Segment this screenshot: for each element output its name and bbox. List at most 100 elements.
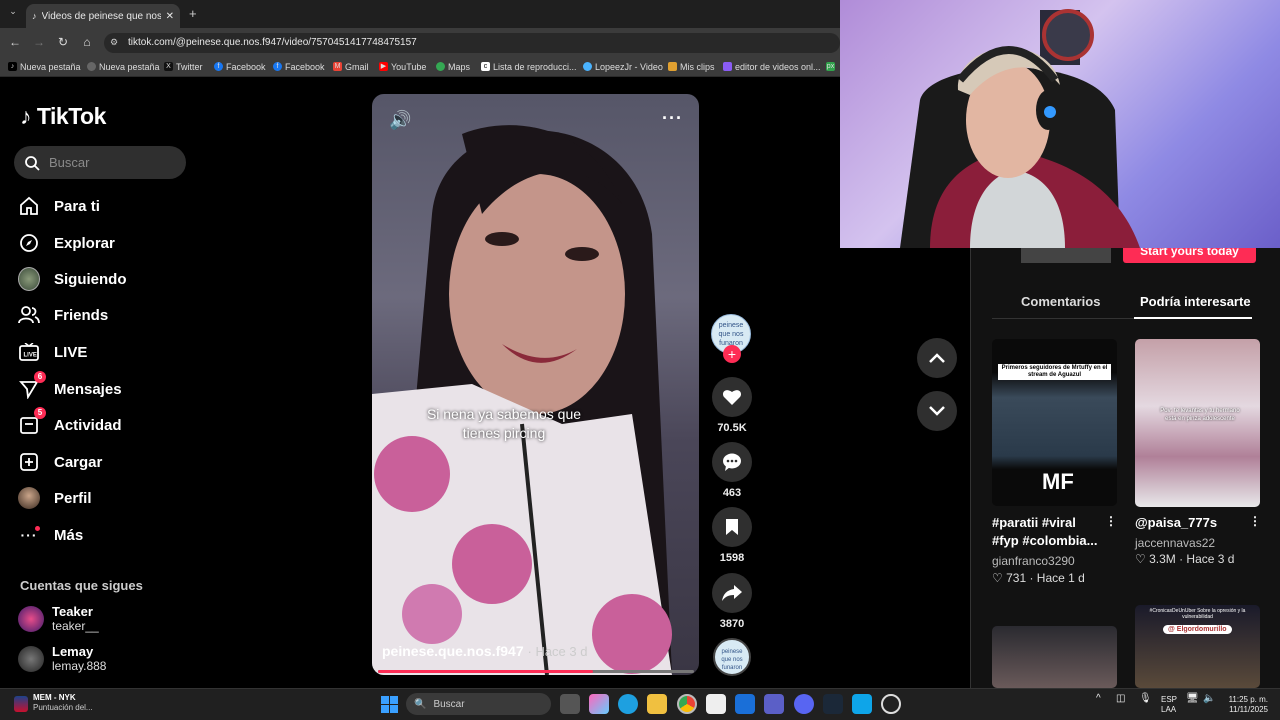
edge-icon[interactable]	[618, 694, 638, 714]
save-button[interactable]: 1598	[711, 507, 753, 564]
teams-icon[interactable]	[764, 694, 784, 714]
bookmark-nueva-pestana-2[interactable]: Nueva pestaña	[87, 59, 160, 74]
suggested-video-user[interactable]: gianfranco3290	[992, 554, 1075, 568]
bookmark-twitter[interactable]: X Twitter	[164, 59, 203, 74]
microphone-icon[interactable]: 🎙	[1139, 694, 1152, 704]
weather-widget-icon[interactable]	[14, 696, 28, 712]
bookmark-gmail[interactable]: M Gmail	[333, 59, 369, 74]
network-icon[interactable]: 🖥	[1186, 694, 1199, 704]
video-progress-bar[interactable]	[378, 670, 694, 673]
author-username[interactable]: peinese.que.nos.f947	[382, 643, 524, 659]
mail-icon[interactable]	[735, 694, 755, 714]
music-disc-avatar[interactable]: peinese que nos funaron	[713, 638, 751, 676]
sidebar-item-para-ti[interactable]: Para ti	[18, 191, 100, 221]
home-icon	[18, 195, 40, 217]
tab-comentarios[interactable]: Comentarios	[1021, 294, 1100, 309]
tab-podria-interesarte[interactable]: Podría interesarte	[1140, 294, 1251, 309]
sidebar-item-perfil[interactable]: Perfil	[18, 483, 92, 513]
more-icon: ···	[18, 524, 40, 546]
tray-chevron-icon[interactable]: ^	[1096, 694, 1101, 704]
sidebar-item-label: Mensajes	[54, 380, 122, 398]
store-icon[interactable]	[706, 694, 726, 714]
sidebar-item-live[interactable]: LIVE LIVE	[18, 337, 87, 367]
bookmark-facebook-2[interactable]: f Facebook	[273, 59, 325, 74]
task-view-icon[interactable]	[560, 694, 580, 714]
home-button-icon[interactable]: ⌂	[79, 34, 95, 50]
sidebar-search-input[interactable]: Buscar	[14, 146, 186, 179]
suggested-video-title[interactable]: @paisa_777s	[1135, 514, 1217, 532]
sidebar-item-explorar[interactable]: Explorar	[18, 228, 115, 258]
widget-text[interactable]: MEM - NYK Puntuación del...	[33, 693, 93, 713]
share-button[interactable]: 3870	[711, 573, 753, 630]
next-video-button[interactable]	[917, 391, 957, 431]
new-tab-button[interactable]: +	[189, 6, 197, 21]
following-accounts-title: Cuentas que sigues	[20, 578, 143, 593]
suggested-video-thumbnail[interactable]: #CronicasDeUnUber Sobre la opresión y la…	[1135, 605, 1260, 688]
bookmark-youtube[interactable]: ▶ YouTube	[379, 59, 426, 74]
bookmark-editor[interactable]: editor de videos onl...	[723, 59, 821, 74]
sidebar-item-cargar[interactable]: Cargar	[18, 447, 102, 477]
avatar	[18, 606, 44, 632]
bookmark-maps[interactable]: Maps	[436, 59, 470, 74]
chrome-icon[interactable]	[677, 694, 697, 714]
suggested-video-thumbnail[interactable]: Pov: te levantas y tu hermano está en pi…	[1135, 339, 1260, 507]
previous-video-button[interactable]	[917, 338, 957, 378]
browser-tab[interactable]: ♪ Videos de peinese que nos fun... ✕	[26, 4, 180, 28]
tab-list-button[interactable]: ⌄	[6, 6, 20, 20]
sidebar-item-siguiendo[interactable]: Siguiendo	[18, 264, 127, 294]
bookmark-lista[interactable]: c Lista de reproducci...	[481, 59, 577, 74]
volume-tray-icon[interactable]: 🔈	[1203, 694, 1215, 704]
suggested-video-title[interactable]: #paratii #viral #fyp #colombia...	[992, 514, 1102, 550]
language-indicator[interactable]: ESP LAA	[1161, 695, 1177, 715]
steam-icon[interactable]	[823, 694, 843, 714]
video-author[interactable]: peinese.que.nos.f947 · Hace 3 d	[382, 643, 587, 659]
follow-plus-icon[interactable]: +	[723, 345, 741, 363]
suggested-video-thumbnail[interactable]: Primeros seguidores de Mrtuffy en el str…	[992, 339, 1117, 506]
forward-icon[interactable]: →	[31, 34, 47, 50]
bookmark-mis-clips[interactable]: Mis clips	[668, 59, 715, 74]
bookmark-lopeezjr[interactable]: LopeezJr - Video	[583, 59, 663, 74]
bookmark-facebook-1[interactable]: f Facebook	[214, 59, 266, 74]
video-player[interactable]	[372, 94, 699, 675]
taskbar-search-input[interactable]: 🔍 Buscar	[406, 693, 551, 715]
following-account-lemay[interactable]: Lemay lemay.888	[18, 644, 106, 674]
share-count: 3870	[719, 618, 745, 630]
copilot-icon[interactable]	[589, 694, 609, 714]
tiktok-icon: ♪	[8, 62, 17, 71]
sidebar-item-mas[interactable]: ··· Más	[18, 520, 83, 550]
app-icon[interactable]	[852, 694, 872, 714]
suggested-video-user[interactable]: jaccennavas22	[1135, 536, 1215, 550]
clock[interactable]: 11:25 p. m. 11/11/2025	[1226, 695, 1268, 715]
card-more-icon[interactable]: ⋮	[1249, 514, 1261, 528]
more-options-icon[interactable]: ···	[662, 108, 683, 129]
account-name: Teaker	[52, 604, 93, 619]
obs-icon[interactable]	[881, 694, 901, 714]
chevron-down-icon	[929, 406, 945, 416]
discord-icon[interactable]	[794, 694, 814, 714]
like-button[interactable]: 70.5K	[711, 377, 753, 434]
suggested-video-thumbnail[interactable]	[992, 626, 1117, 688]
url-field[interactable]: tiktok.com/@peinese.que.nos.f947/video/7…	[104, 33, 840, 53]
tray-app-icon[interactable]: ◫	[1116, 694, 1125, 704]
promo-thumbnail	[1021, 248, 1111, 263]
following-account-teaker[interactable]: Teaker teaker__	[18, 604, 99, 634]
reload-icon[interactable]: ↻	[55, 34, 71, 50]
comment-count: 463	[722, 487, 742, 499]
close-tab-icon[interactable]: ✕	[166, 11, 174, 22]
sidebar-item-actividad[interactable]: 5 Actividad	[18, 407, 122, 440]
comment-button[interactable]: 463	[711, 442, 753, 499]
x-icon: X	[164, 62, 173, 71]
back-icon[interactable]: ←	[7, 34, 23, 50]
search-icon: 🔍	[414, 698, 427, 710]
bookmark-nueva-pestana-1[interactable]: ♪ Nueva pestaña	[8, 59, 81, 74]
windows-start-icon[interactable]	[381, 696, 398, 713]
sidebar-item-friends[interactable]: Friends	[18, 300, 108, 330]
sidebar-item-mensajes[interactable]: 6 Mensajes	[18, 371, 122, 404]
editor-icon	[723, 62, 732, 71]
card-more-icon[interactable]: ⋮	[1105, 514, 1117, 528]
bookmark-px[interactable]: px	[826, 59, 835, 74]
file-explorer-icon[interactable]	[647, 694, 667, 714]
tiktok-logo[interactable]: ♪ TikTok	[20, 103, 106, 130]
site-info-icon[interactable]: ⚙	[110, 37, 118, 48]
volume-icon[interactable]: 🔊	[389, 110, 411, 131]
